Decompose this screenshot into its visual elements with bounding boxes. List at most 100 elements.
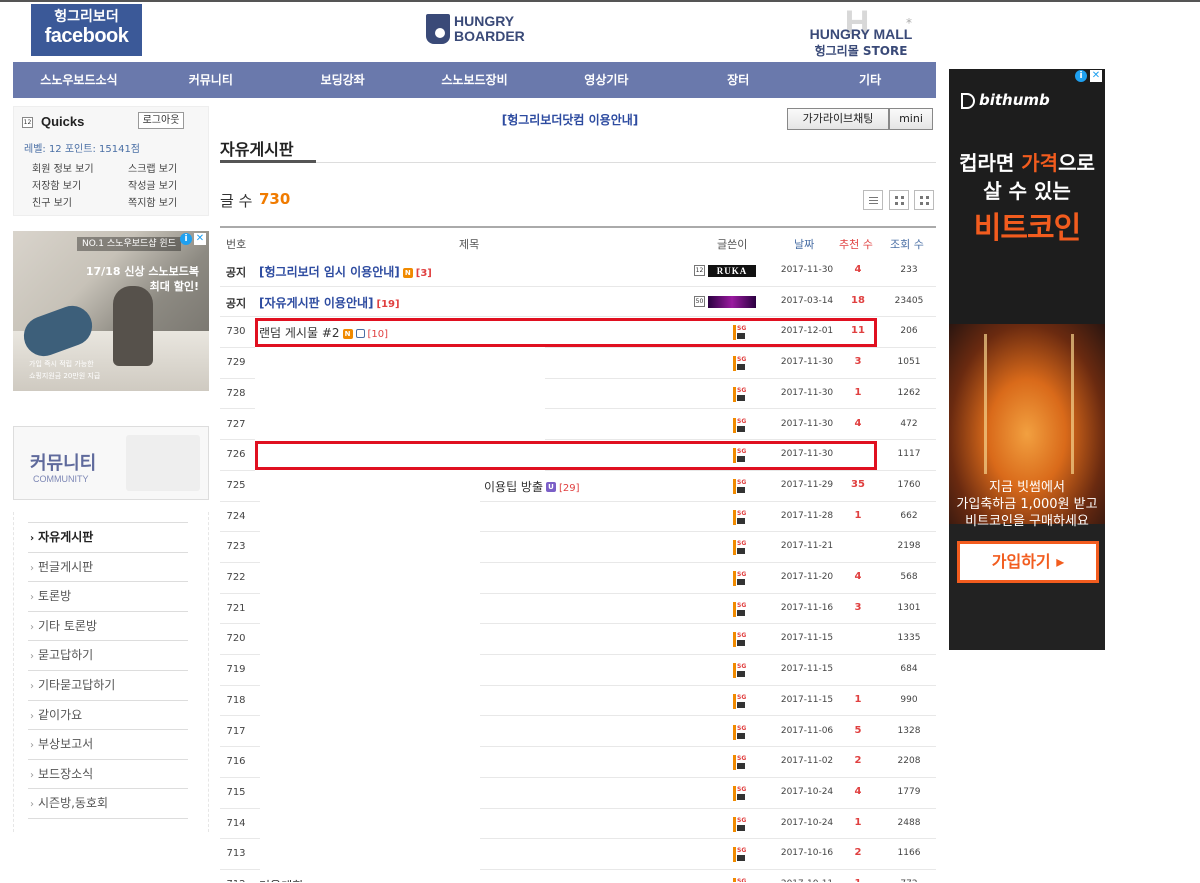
menu-injury-report[interactable]: › 부상보고서 [28, 730, 188, 760]
row-author[interactable]: SG [732, 417, 772, 433]
mini-button[interactable]: mini [889, 108, 933, 130]
comment-count[interactable]: [3] [416, 268, 432, 279]
ad-person-image [113, 286, 153, 366]
row-title[interactable]: 이용팁 방출 U [29] [484, 478, 580, 495]
menu-debate[interactable]: › 토론방 [28, 582, 188, 612]
row-author[interactable]: SG [732, 724, 772, 740]
left-ad-banner[interactable]: NO.1 스노우보드샵 윈드 17/18 신상 스노보드복 최대 할인! 가입 … [13, 231, 209, 391]
left-ad-small2: 쇼핑지원금 20만원 지급 [29, 372, 101, 380]
quick-link-member-info[interactable]: 회원 정보 보기 [32, 162, 128, 177]
row-author[interactable]: SG [732, 663, 772, 679]
info-icon[interactable]: i [1075, 70, 1087, 82]
menu-label: 토론방 [38, 589, 72, 604]
row-author[interactable]: 12 RUKA [694, 264, 772, 278]
quick-link-scrap[interactable]: 스크랩 보기 [128, 162, 208, 177]
author-rank-icon: SG [733, 724, 747, 740]
nav-boarding-lessons[interactable]: 보딩강좌 [277, 62, 409, 98]
logout-button[interactable]: 로그아웃 [138, 112, 184, 129]
gallery-view-icon[interactable] [914, 190, 934, 210]
row-hits: 568 [900, 572, 918, 582]
row-author[interactable]: SG [732, 755, 772, 771]
menu-free-board[interactable]: › 자유게시판 [28, 523, 188, 553]
nav-equipment[interactable]: 스노보드장비 [409, 62, 541, 98]
row-hits: 1328 [897, 725, 921, 736]
row-title[interactable]: [자유게시판 이용안내] [19] [259, 294, 400, 311]
nav-video[interactable]: 영상기타 [540, 62, 672, 98]
nav-etc[interactable]: 기타 [804, 62, 936, 98]
author-rank-icon: SG [733, 478, 747, 494]
row-title[interactable]: 겨울계획[6] [259, 877, 320, 882]
comment-count[interactable]: [29] [559, 483, 580, 494]
menu-other-debate[interactable]: › 기타 토론방 [28, 612, 188, 642]
comment-count[interactable]: [19] [377, 299, 400, 310]
row-hits: 1166 [897, 848, 921, 859]
menu-fun-board[interactable]: › 펀글게시판 [28, 553, 188, 583]
row-author[interactable]: SG [732, 878, 772, 882]
highlight-box [255, 441, 877, 470]
facebook-banner[interactable]: 헝그리보더 facebook [31, 4, 142, 56]
row-number: 725 [226, 479, 246, 491]
mall-logo[interactable]: H * HUNGRY MALL 헝그리몰 STORE [796, 6, 926, 58]
row-author[interactable]: SG [732, 816, 772, 832]
row-recommend: 4 [854, 417, 862, 429]
chevron-right-icon: › [30, 799, 34, 811]
signup-button[interactable]: 가입하기 ▸ [957, 541, 1099, 583]
site-logo-text: HUNGRY BOARDER [454, 14, 525, 44]
table-top-border [220, 226, 936, 228]
list-view-icon[interactable] [863, 190, 883, 210]
row-author[interactable]: 50dmb_flag [694, 295, 772, 309]
row-author[interactable]: SG [732, 386, 772, 402]
row-author[interactable]: SG [732, 478, 772, 494]
row-title[interactable]: [헝그리보더 임시 이용안내] N [3] [259, 263, 432, 280]
post-count-label: 글 수 [220, 192, 253, 210]
menu-go-together[interactable]: › 같이가요 [28, 701, 188, 731]
close-icon[interactable]: ✕ [194, 233, 206, 245]
row-recommend: 4 [854, 264, 862, 275]
quick-link-my-posts[interactable]: 작성글 보기 [128, 179, 208, 194]
table-row: 공지 [자유게시판 이용안내][19] 50dmb_flag 2017-03-14 18… [220, 287, 936, 318]
row-author[interactable]: SG [732, 785, 772, 801]
row-date: 2017-11-15 [780, 694, 834, 705]
menu-qna[interactable]: › 묻고답하기 [28, 641, 188, 671]
level-icon: 50 [694, 295, 705, 307]
row-author[interactable]: SG [732, 847, 772, 863]
quick-link-messages[interactable]: 쪽지함 보기 [128, 196, 208, 211]
close-icon[interactable]: ✕ [1090, 70, 1102, 82]
row-author[interactable]: SG [732, 356, 772, 372]
row-date: 2017-11-06 [780, 725, 834, 736]
site-logo[interactable]: HUNGRY BOARDER [426, 12, 526, 46]
nav-snowboard-news[interactable]: 스노우보드소식 [13, 62, 145, 98]
nav-community[interactable]: 커뮤니티 [145, 62, 277, 98]
menu-resort-news[interactable]: › 보드장소식 [28, 760, 188, 790]
right-ad-banner[interactable]: bithumb 컵라면 가격으로 살 수 있는 비트코인 지금 빗썸에서 가입축… [949, 69, 1105, 650]
row-recommend: 1 [842, 878, 874, 882]
col-date[interactable]: 날짜 [794, 236, 814, 252]
row-author[interactable]: SG [732, 571, 772, 586]
row-recommend: 2 [854, 755, 862, 767]
menu-label: 시즌방,동호회 [38, 796, 109, 811]
menu-other-qna[interactable]: › 기타묻고답하기 [28, 671, 188, 701]
menu-season-club[interactable]: › 시즌방,동호회 [28, 789, 188, 819]
row-author[interactable]: SG [732, 693, 772, 709]
site-logo-line2: BOARDER [454, 28, 525, 44]
row-author[interactable]: SG [732, 632, 772, 648]
nav-market[interactable]: 장터 [672, 62, 804, 98]
quick-link-friends[interactable]: 친구 보기 [32, 196, 128, 211]
quick-link-saved[interactable]: 저장함 보기 [32, 179, 128, 194]
row-hits: 1117 [897, 449, 921, 460]
board-title: 자유게시판 [220, 140, 294, 159]
row-date: 2017-11-16 [780, 602, 834, 613]
col-hits[interactable]: 조회 수 [890, 236, 924, 252]
row-hits: 1335 [897, 633, 921, 644]
usage-guide-link[interactable]: [헝그리보더닷컴 이용안내] [440, 111, 700, 128]
author-rank-icon: SG [733, 785, 747, 801]
left-ad-small1: 가입 즉시 적립 가능한 [29, 360, 94, 368]
col-recommend[interactable]: 추천 수 [839, 236, 873, 252]
row-author[interactable]: SG [732, 540, 772, 556]
live-chat-button[interactable]: 가가라이브채팅 [787, 108, 889, 130]
info-icon[interactable]: i [180, 233, 192, 245]
row-author[interactable]: SG [732, 509, 772, 525]
grid-view-icon[interactable] [889, 190, 909, 210]
row-author[interactable]: SG [732, 601, 772, 617]
chevron-right-icon: › [30, 680, 34, 692]
